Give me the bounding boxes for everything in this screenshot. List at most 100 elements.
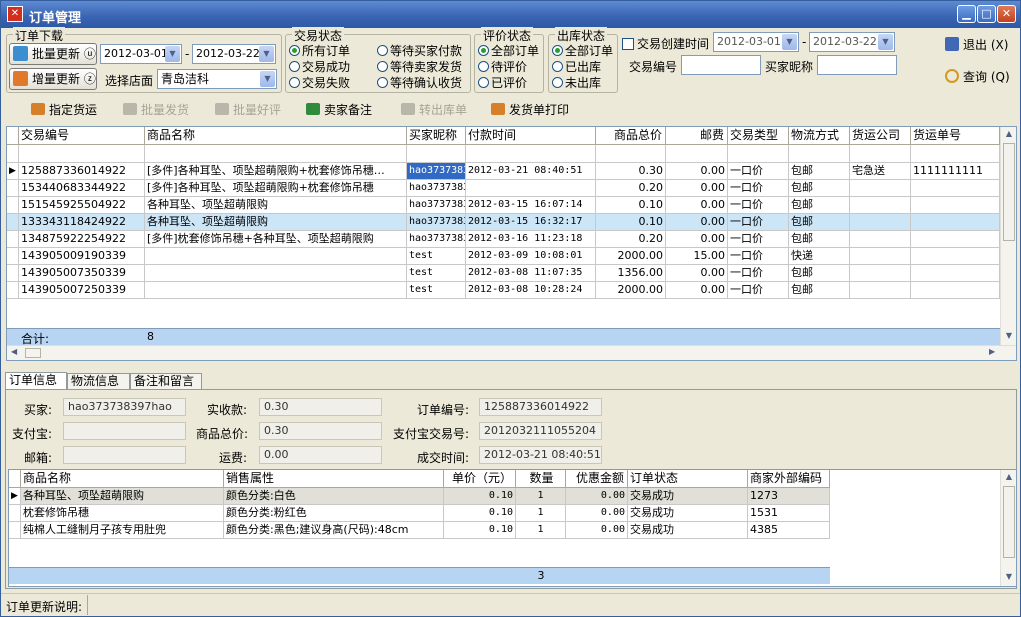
order-cell[interactable]: [多件]枕套修饰吊穗+各种耳坠、项坠超萌限购 (145, 231, 407, 248)
order-cell[interactable]: 宅急送 (850, 163, 911, 180)
item-cell[interactable]: 交易成功 (628, 522, 748, 539)
order-cell[interactable]: 0.00 (666, 214, 728, 231)
order-cell[interactable]: hao3737383 (407, 214, 466, 231)
filter-cell[interactable] (145, 145, 407, 163)
batch-review-button[interactable]: 批量好评 (215, 101, 281, 118)
order-cell[interactable] (911, 248, 1000, 265)
assign-shipping-button[interactable]: 指定货运 (31, 101, 97, 118)
item-cell[interactable]: 4385 (748, 522, 830, 539)
order-cell[interactable]: 0.00 (666, 265, 728, 282)
item-cell[interactable]: 1273 (748, 488, 830, 505)
order-cell[interactable]: 包邮 (789, 282, 850, 299)
print-invoice-button[interactable]: 发货单打印 (491, 101, 569, 118)
col-header[interactable]: 付款时间 (466, 127, 596, 145)
radio-await-shipment[interactable]: 等待卖家发货 (377, 58, 462, 75)
order-cell[interactable] (850, 248, 911, 265)
order-cell[interactable] (911, 197, 1000, 214)
filter-cell[interactable] (596, 145, 666, 163)
order-cell[interactable]: 143905007250339 (19, 282, 145, 299)
row-indicator[interactable] (7, 248, 19, 265)
order-cell[interactable]: 2012-03-15 16:07:14 (466, 197, 596, 214)
order-cell[interactable]: 2012-03-16 11:23:18 (466, 231, 596, 248)
col-header[interactable]: 买家昵称 (407, 127, 466, 145)
item-col-header[interactable]: 商品名称 (21, 470, 224, 488)
order-cell[interactable]: 一口价 (728, 180, 789, 197)
order-cell[interactable]: 0.00 (666, 180, 728, 197)
order-cell[interactable]: hao3737383 (407, 231, 466, 248)
query-button[interactable]: 查询 (Q) (945, 68, 1010, 85)
order-cell[interactable]: 1111111111 (911, 163, 1000, 180)
radio-stock-all[interactable]: 全部订单 (552, 42, 613, 59)
order-cell[interactable]: 包邮 (789, 214, 850, 231)
radio-trade-success[interactable]: 交易成功 (289, 58, 350, 75)
item-cell[interactable]: 各种耳坠、项坠超萌限购 (21, 488, 224, 505)
col-header[interactable]: 物流方式 (789, 127, 850, 145)
order-cell[interactable]: test (407, 248, 466, 265)
order-cell[interactable]: test (407, 265, 466, 282)
order-cell[interactable]: 134875922254922 (19, 231, 145, 248)
item-cell[interactable]: 颜色分类:黑色;建议身高(尺码):48cm (224, 522, 444, 539)
order-cell[interactable]: 0.00 (666, 163, 728, 180)
row-indicator[interactable] (7, 214, 19, 231)
order-cell[interactable] (911, 180, 1000, 197)
exit-button[interactable]: 退出 (X) (945, 36, 1008, 53)
shop-select[interactable]: 青岛洁科 ▼ (157, 69, 277, 89)
order-cell[interactable]: 一口价 (728, 163, 789, 180)
close-button[interactable]: ✕ (997, 5, 1016, 23)
order-cell[interactable]: 0.00 (666, 231, 728, 248)
order-cell[interactable]: 包邮 (789, 231, 850, 248)
maximize-button[interactable]: □ (977, 5, 996, 23)
filter-date-to[interactable]: 2012-03-22 ▼ (809, 32, 895, 52)
radio-review-pending[interactable]: 待评价 (478, 58, 527, 75)
radio-await-payment[interactable]: 等待买家付款 (377, 42, 462, 59)
order-cell[interactable] (850, 214, 911, 231)
item-cell[interactable]: 纯棉人工缝制月子孩专用肚兜 (21, 522, 224, 539)
filter-cell[interactable] (850, 145, 911, 163)
scroll-thumb[interactable] (1003, 143, 1015, 241)
batch-update-button[interactable]: 批量更新 ⓤ (9, 43, 97, 65)
radio-review-all[interactable]: 全部订单 (478, 42, 539, 59)
items-vscrollbar[interactable]: ▲ ▼ (1000, 470, 1016, 586)
order-cell[interactable]: 一口价 (728, 248, 789, 265)
row-indicator[interactable] (7, 180, 19, 197)
row-indicator[interactable] (7, 231, 19, 248)
order-cell[interactable]: 包邮 (789, 265, 850, 282)
order-cell[interactable]: 2012-03-15 16:32:17 (466, 214, 596, 231)
order-cell[interactable]: hao3737383 (407, 197, 466, 214)
radio-review-done[interactable]: 已评价 (478, 74, 527, 91)
order-cell[interactable] (911, 265, 1000, 282)
order-cell[interactable]: [多件]各种耳坠、项坠超萌限购+枕套修饰吊穗… (145, 163, 407, 180)
scroll-thumb[interactable] (1003, 486, 1015, 558)
filter-cell[interactable] (789, 145, 850, 163)
item-cell[interactable]: 0.10 (444, 522, 516, 539)
radio-all-orders[interactable]: 所有订单 (289, 42, 350, 59)
order-cell[interactable]: 包邮 (789, 180, 850, 197)
order-cell[interactable]: 2012-03-21 08:40:51 (466, 163, 596, 180)
order-cell[interactable]: 一口价 (728, 265, 789, 282)
order-cell[interactable] (850, 231, 911, 248)
order-cell[interactable]: 0.00 (666, 197, 728, 214)
minimize-button[interactable]: ▁ (957, 5, 976, 23)
tab-order-info[interactable]: 订单信息 (5, 372, 67, 390)
order-cell[interactable]: 2012-03-08 10:28:24 (466, 282, 596, 299)
order-cell[interactable]: 0.20 (596, 180, 666, 197)
order-cell[interactable]: 0.00 (666, 282, 728, 299)
order-cell[interactable]: 15.00 (666, 248, 728, 265)
item-cell[interactable]: 0.00 (566, 488, 628, 505)
order-cell[interactable]: 快递 (789, 248, 850, 265)
col-header[interactable]: 邮费 (666, 127, 728, 145)
order-cell[interactable]: 包邮 (789, 163, 850, 180)
order-cell[interactable]: 153440683344922 (19, 180, 145, 197)
order-cell[interactable]: hao3737383 (407, 180, 466, 197)
order-cell[interactable] (466, 180, 596, 197)
item-cell[interactable]: 1 (516, 522, 566, 539)
item-cell[interactable]: 交易成功 (628, 505, 748, 522)
order-cell[interactable]: 0.10 (596, 214, 666, 231)
order-cell[interactable] (911, 214, 1000, 231)
item-cell[interactable]: 0.00 (566, 505, 628, 522)
col-header[interactable]: 货运公司 (850, 127, 911, 145)
item-cell[interactable]: 0.10 (444, 505, 516, 522)
item-col-header[interactable]: 优惠金额 (566, 470, 628, 488)
order-cell[interactable]: 2000.00 (596, 282, 666, 299)
item-cell[interactable]: 0.00 (566, 522, 628, 539)
